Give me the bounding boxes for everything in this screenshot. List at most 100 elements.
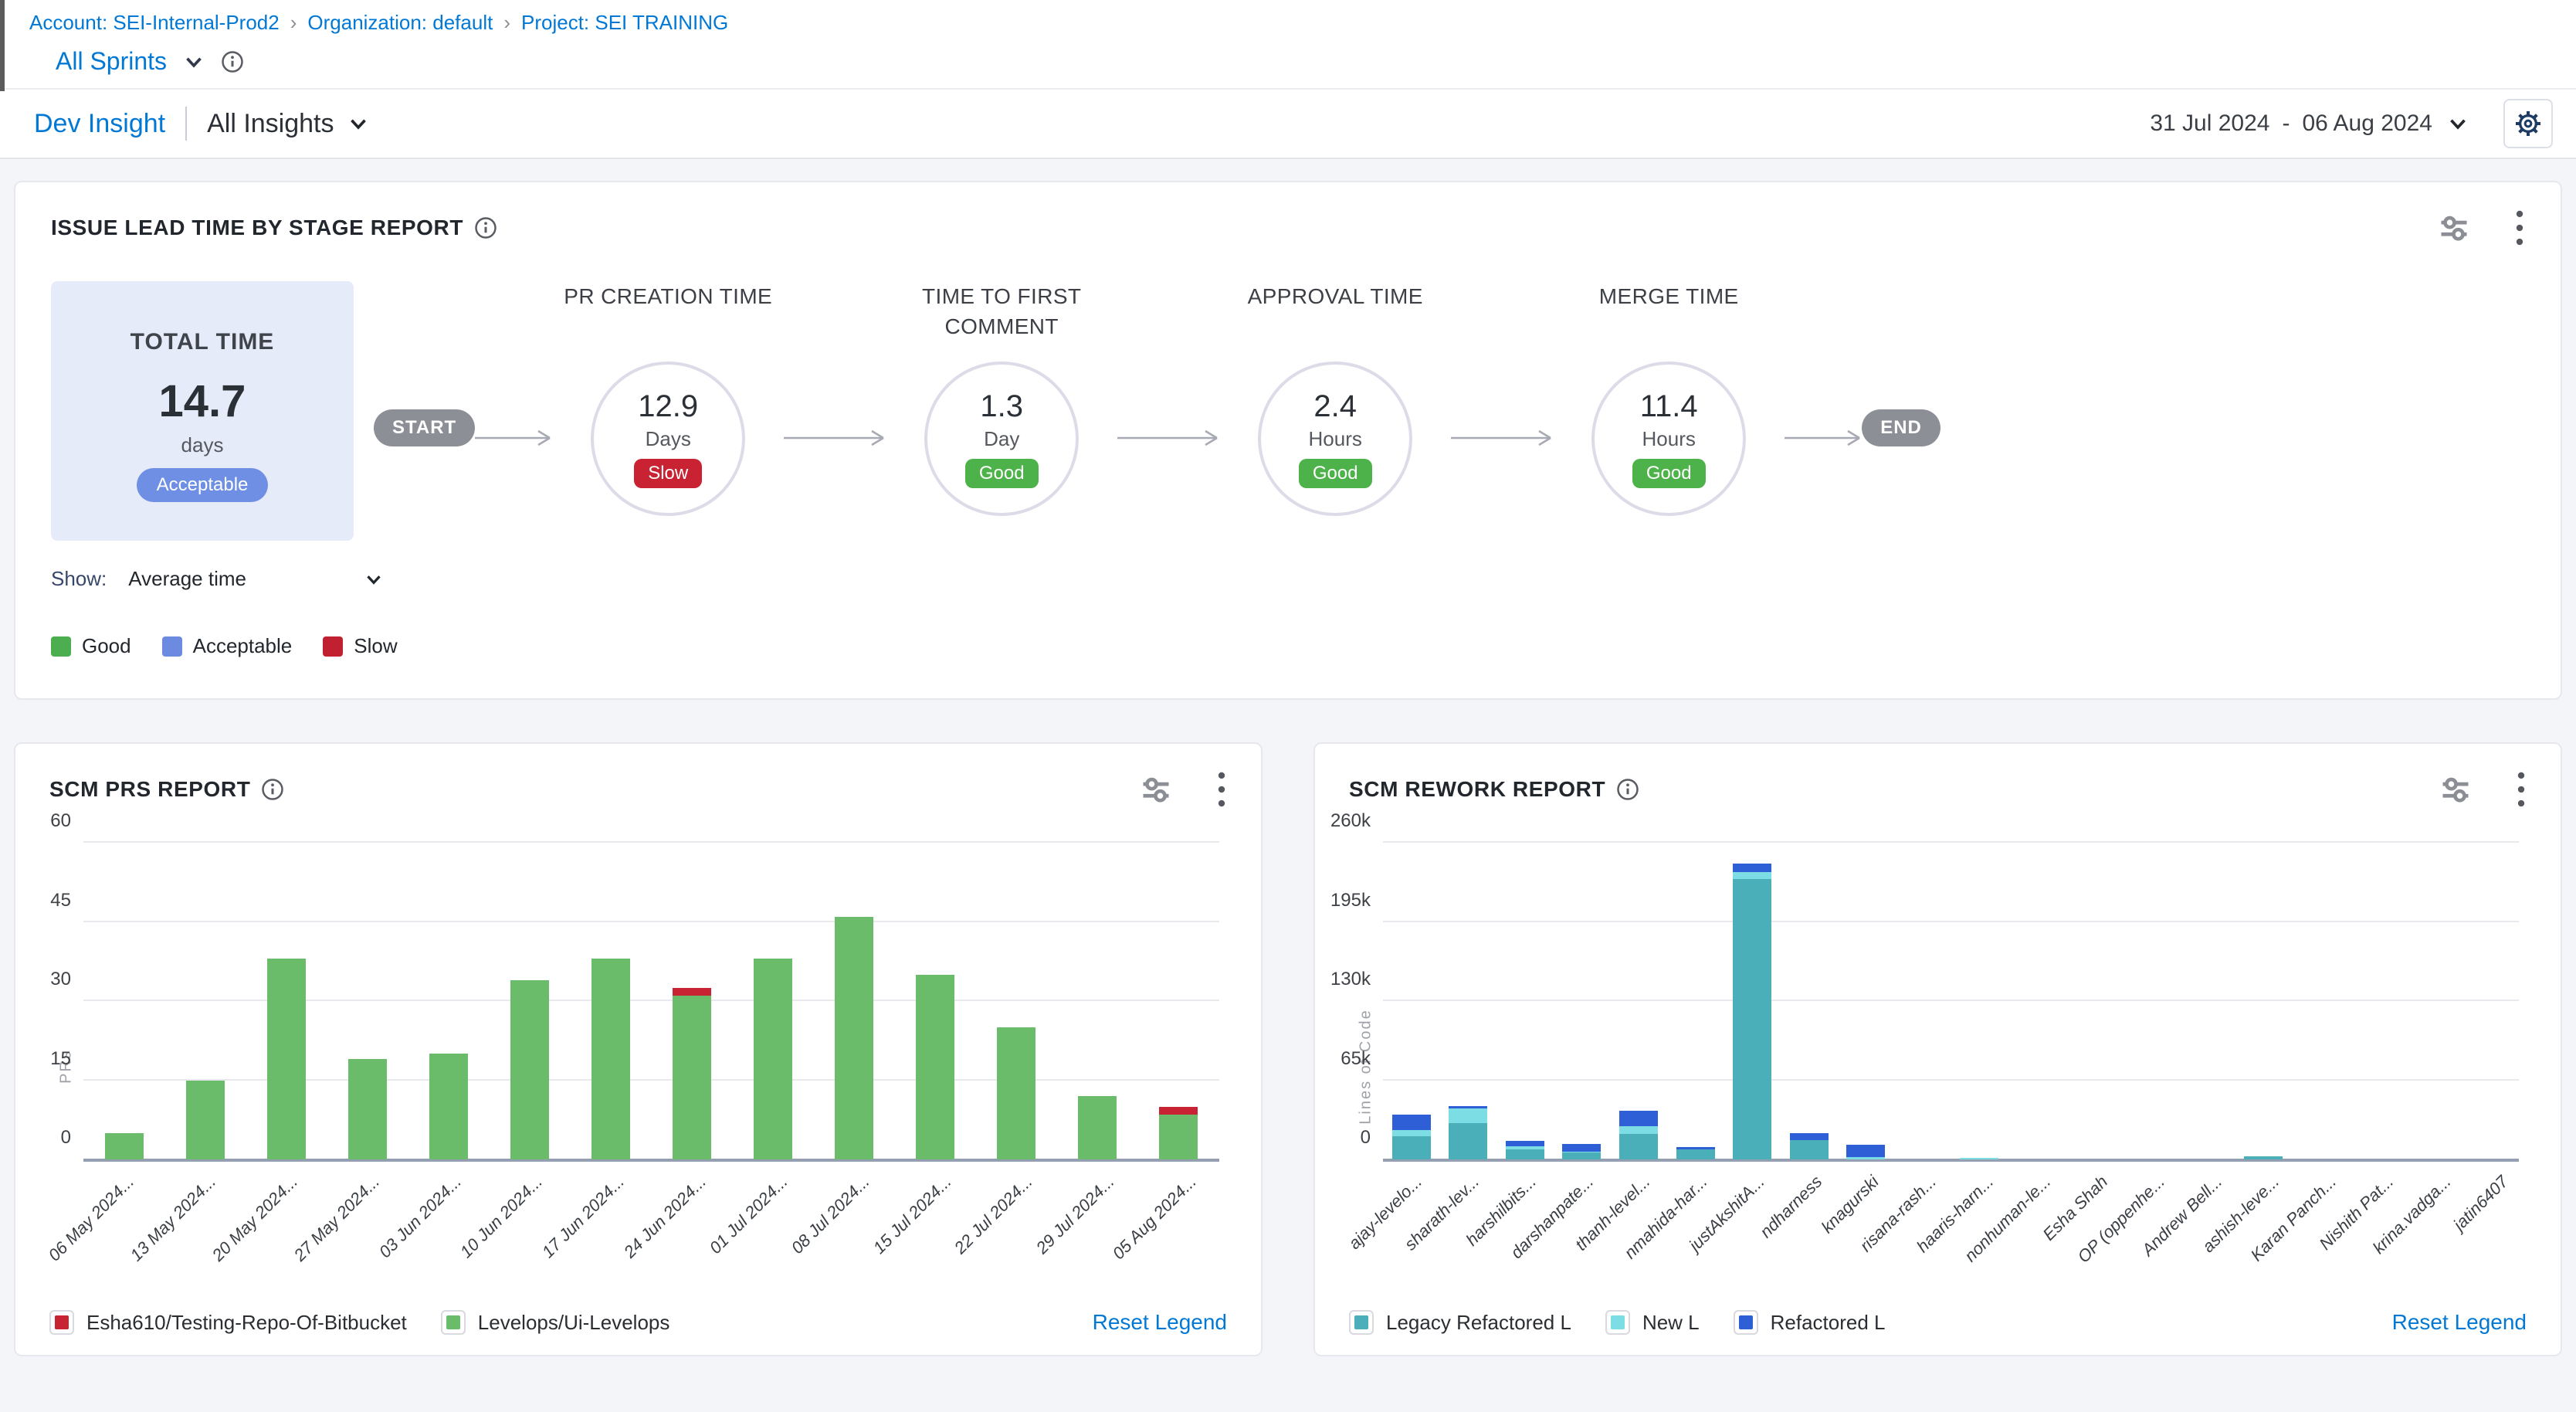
settings-button[interactable] bbox=[2503, 99, 2553, 148]
date-range-picker[interactable]: 31 Jul 2024 - 06 Aug 2024 bbox=[2150, 110, 2471, 137]
kebab-menu-icon[interactable] bbox=[2516, 770, 2527, 809]
stage-circle[interactable]: 12.9DaysSlow bbox=[591, 361, 745, 516]
bar-stack[interactable] bbox=[186, 843, 225, 1159]
bar-segment[interactable] bbox=[1078, 1096, 1117, 1159]
bar-stack[interactable] bbox=[1619, 843, 1658, 1159]
bar-stack[interactable] bbox=[1903, 843, 1942, 1159]
legend-item[interactable]: Good bbox=[51, 634, 131, 658]
bar-stack[interactable] bbox=[2073, 843, 2112, 1159]
bar-stack[interactable] bbox=[1506, 843, 1544, 1159]
bar-stack[interactable] bbox=[2017, 843, 2056, 1159]
bar-stack[interactable] bbox=[1733, 843, 1771, 1159]
bar-segment[interactable] bbox=[1790, 1140, 1829, 1159]
chevron-down-icon[interactable] bbox=[345, 110, 371, 137]
filter-sliders-icon[interactable] bbox=[2437, 211, 2471, 245]
bar-segment[interactable] bbox=[1159, 1107, 1198, 1115]
reset-legend-link[interactable]: Reset Legend bbox=[2392, 1310, 2527, 1335]
bar-stack[interactable] bbox=[267, 843, 306, 1159]
bar-segment[interactable] bbox=[997, 1027, 1035, 1159]
bar-segment[interactable] bbox=[1392, 1115, 1431, 1131]
info-icon[interactable] bbox=[261, 778, 284, 801]
filter-sliders-icon[interactable] bbox=[2439, 772, 2473, 806]
bar-stack[interactable] bbox=[673, 843, 711, 1159]
bar-stack[interactable] bbox=[1846, 843, 1885, 1159]
kebab-menu-icon[interactable] bbox=[2514, 209, 2525, 247]
bar-segment[interactable] bbox=[186, 1081, 225, 1160]
bar-stack[interactable] bbox=[2415, 843, 2453, 1159]
bar-stack[interactable] bbox=[2357, 843, 2396, 1159]
kebab-menu-icon[interactable] bbox=[1216, 770, 1227, 809]
bar-segment[interactable] bbox=[591, 959, 630, 1159]
info-icon[interactable] bbox=[1616, 778, 1639, 801]
bar-stack[interactable] bbox=[1159, 843, 1198, 1159]
bar-segment[interactable] bbox=[1392, 1136, 1431, 1159]
chevron-down-icon[interactable] bbox=[362, 568, 385, 591]
bar-segment[interactable] bbox=[754, 959, 792, 1159]
bar-stack[interactable] bbox=[510, 843, 549, 1159]
bar-segment[interactable] bbox=[1449, 1123, 1487, 1159]
bar-stack[interactable] bbox=[2471, 843, 2510, 1159]
bar-stack[interactable] bbox=[2130, 843, 2169, 1159]
bar-segment[interactable] bbox=[673, 996, 711, 1159]
bar-segment[interactable] bbox=[835, 917, 873, 1159]
show-dropdown[interactable]: Show: Average time bbox=[51, 567, 2525, 591]
bar-segment[interactable] bbox=[510, 980, 549, 1159]
sprint-selector[interactable]: All Sprints bbox=[56, 47, 2576, 76]
bar-stack[interactable] bbox=[916, 843, 954, 1159]
bar-stack[interactable] bbox=[1960, 843, 1998, 1159]
bar-stack[interactable] bbox=[2244, 843, 2283, 1159]
bar-stack[interactable] bbox=[2301, 843, 2340, 1159]
insight-selector-label[interactable]: All Insights bbox=[207, 109, 334, 139]
legend-item[interactable]: New L bbox=[1605, 1310, 1700, 1335]
legend-item[interactable]: Slow bbox=[323, 634, 397, 658]
legend-item[interactable]: Refactored L bbox=[1734, 1310, 1886, 1335]
bar-segment[interactable] bbox=[1619, 1126, 1658, 1133]
legend-item[interactable]: Esha610/Testing-Repo-Of-Bitbucket bbox=[49, 1310, 407, 1335]
legend-item[interactable]: Levelops/Ui-Levelops bbox=[441, 1310, 670, 1335]
bar-segment[interactable] bbox=[1790, 1133, 1829, 1140]
bar-segment[interactable] bbox=[673, 988, 711, 996]
insight-selector[interactable]: All Insights bbox=[207, 109, 371, 139]
bar-segment[interactable] bbox=[1506, 1149, 1544, 1159]
bar-stack[interactable] bbox=[997, 843, 1035, 1159]
sprint-selector-label[interactable]: All Sprints bbox=[56, 47, 167, 76]
bar-segment[interactable] bbox=[1562, 1152, 1601, 1159]
bar-segment[interactable] bbox=[348, 1059, 387, 1159]
stage-circle[interactable]: 11.4HoursGood bbox=[1591, 361, 1746, 516]
bar-segment[interactable] bbox=[1449, 1108, 1487, 1123]
show-value[interactable]: Average time bbox=[128, 567, 246, 591]
bar-stack[interactable] bbox=[1078, 843, 1117, 1159]
bar-segment[interactable] bbox=[105, 1133, 144, 1159]
bar-segment[interactable] bbox=[267, 959, 306, 1159]
breadcrumb-item[interactable]: Project: SEI TRAINING bbox=[521, 11, 728, 35]
bar-segment[interactable] bbox=[1562, 1144, 1601, 1151]
stage-circle[interactable]: 2.4HoursGood bbox=[1258, 361, 1412, 516]
date-range-start[interactable]: 31 Jul 2024 bbox=[2150, 110, 2269, 137]
breadcrumb-item[interactable]: Organization: default bbox=[307, 11, 493, 35]
bar-segment[interactable] bbox=[1733, 879, 1771, 1159]
chevron-down-icon[interactable] bbox=[181, 49, 207, 75]
stage-circle[interactable]: 1.3DayGood bbox=[924, 361, 1079, 516]
bar-stack[interactable] bbox=[348, 843, 387, 1159]
bar-segment[interactable] bbox=[1619, 1111, 1658, 1127]
bar-segment[interactable] bbox=[1733, 872, 1771, 879]
legend-item[interactable]: Legacy Refactored L bbox=[1349, 1310, 1571, 1335]
bar-segment[interactable] bbox=[916, 975, 954, 1159]
bar-stack[interactable] bbox=[1562, 843, 1601, 1159]
bar-stack[interactable] bbox=[2187, 843, 2225, 1159]
bar-segment[interactable] bbox=[1676, 1149, 1715, 1159]
bar-stack[interactable] bbox=[1676, 843, 1715, 1159]
date-range-end[interactable]: 06 Aug 2024 bbox=[2302, 110, 2432, 137]
chevron-down-icon[interactable] bbox=[2445, 110, 2471, 137]
filter-sliders-icon[interactable] bbox=[1139, 772, 1173, 806]
bar-stack[interactable] bbox=[1392, 843, 1431, 1159]
bar-segment[interactable] bbox=[1733, 864, 1771, 872]
legend-item[interactable]: Acceptable bbox=[162, 634, 293, 658]
bar-stack[interactable] bbox=[1790, 843, 1829, 1159]
bar-segment[interactable] bbox=[1159, 1115, 1198, 1159]
bar-stack[interactable] bbox=[429, 843, 468, 1159]
bar-stack[interactable] bbox=[1449, 843, 1487, 1159]
breadcrumb-item[interactable]: Account: SEI-Internal-Prod2 bbox=[29, 11, 280, 35]
bar-stack[interactable] bbox=[591, 843, 630, 1159]
bar-segment[interactable] bbox=[1392, 1130, 1431, 1136]
